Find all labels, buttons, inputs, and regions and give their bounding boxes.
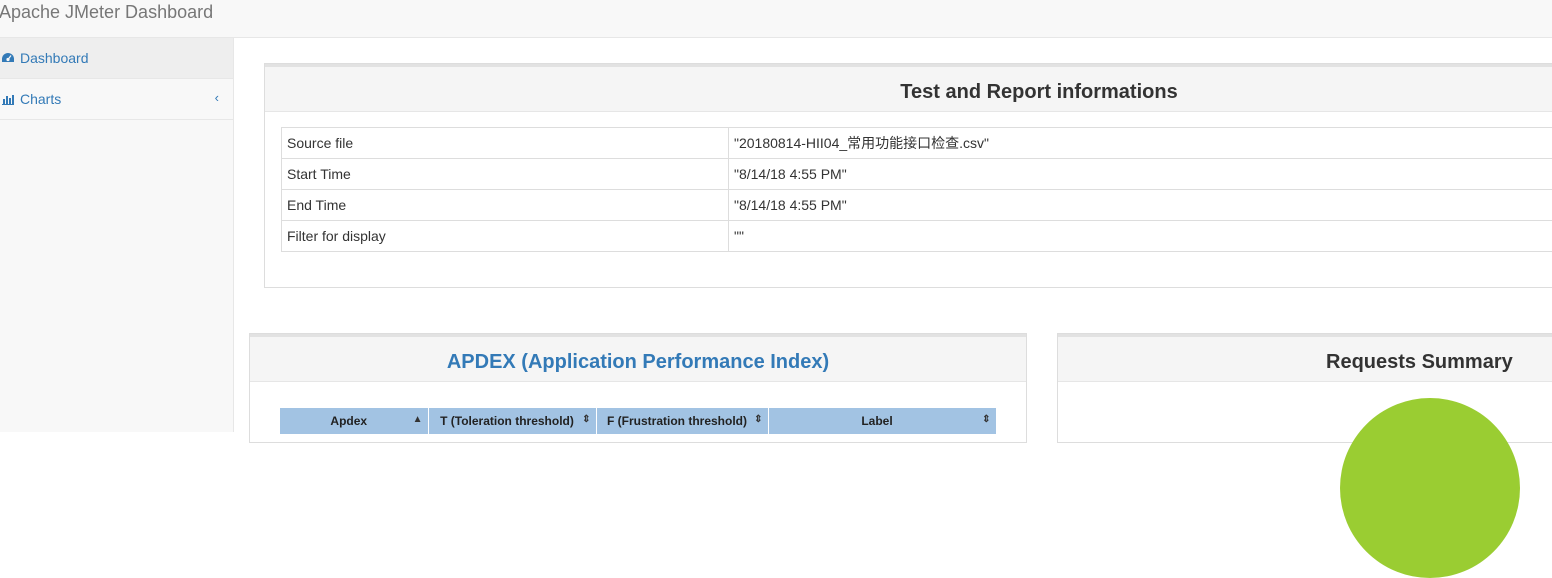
requests-summary-pie-chart[interactable] [1340, 398, 1520, 578]
requests-summary-panel: Requests Summary [1057, 333, 1552, 443]
apdex-table: Apdex ▲ T (Toleration threshold) ⇕ F (Fr… [280, 408, 997, 434]
table-cell-value: "" [729, 221, 1552, 252]
column-header-label-col[interactable]: Label ⇕ [768, 408, 996, 434]
bar-chart-icon [1, 92, 15, 106]
dashboard-icon [1, 51, 15, 65]
sort-icon: ⇕ [982, 414, 990, 426]
table-row: Source file "20180814-HII04_常用功能接口检查.csv… [282, 128, 1552, 159]
column-header-toleration[interactable]: T (Toleration threshold) ⇕ [428, 408, 596, 434]
table-cell-key: Filter for display [282, 221, 729, 252]
apdex-panel: APDEX (Application Performance Index) Ap… [249, 333, 1027, 443]
table-cell-key: End Time [282, 190, 729, 221]
sidebar: Dashboard Charts ‹ [0, 38, 234, 432]
table-cell-value: "8/14/18 4:55 PM" [729, 159, 1552, 190]
sidebar-item-label: Charts [20, 91, 61, 107]
sort-asc-icon: ▲ [413, 414, 423, 426]
table-row: Start Time "8/14/18 4:55 PM" [282, 159, 1552, 190]
table-cell-value: "8/14/18 4:55 PM" [729, 190, 1552, 221]
top-navbar: Apache JMeter Dashboard [0, 0, 1552, 38]
table-row: End Time "8/14/18 4:55 PM" [282, 190, 1552, 221]
chevron-left-icon[interactable]: ‹ [215, 90, 219, 105]
sidebar-item-charts[interactable]: Charts ‹ [0, 79, 233, 120]
panel-heading: Requests Summary [1058, 334, 1552, 382]
sidebar-item-dashboard[interactable]: Dashboard [0, 38, 233, 79]
panel-title: Requests Summary [1058, 350, 1552, 374]
column-header-label: Apdex [330, 414, 367, 428]
column-header-label: T (Toleration threshold) [440, 414, 574, 428]
table-header-row: Apdex ▲ T (Toleration threshold) ⇕ F (Fr… [280, 408, 996, 434]
column-header-apdex[interactable]: Apdex ▲ [280, 408, 428, 434]
panel-heading: Test and Report informations [265, 64, 1552, 112]
column-header-label: F (Frustration threshold) [607, 414, 747, 428]
sort-icon: ⇕ [582, 414, 590, 426]
sidebar-item-label: Dashboard [20, 50, 89, 66]
table-cell-key: Source file [282, 128, 729, 159]
test-info-panel: Test and Report informations Source file… [264, 63, 1552, 288]
panel-title: Test and Report informations [265, 80, 1552, 104]
panel-title: APDEX (Application Performance Index) [250, 350, 1026, 374]
table-row: Filter for display "" [282, 221, 1552, 252]
table-cell-key: Start Time [282, 159, 729, 190]
column-header-label: Label [861, 414, 892, 428]
app-title[interactable]: Apache JMeter Dashboard [0, 2, 213, 22]
test-info-table: Source file "20180814-HII04_常用功能接口检查.csv… [281, 127, 1552, 252]
panel-heading: APDEX (Application Performance Index) [250, 334, 1026, 382]
column-header-frustration[interactable]: F (Frustration threshold) ⇕ [596, 408, 768, 434]
sort-icon: ⇕ [754, 414, 762, 426]
table-cell-value: "20180814-HII04_常用功能接口检查.csv" [729, 128, 1552, 159]
